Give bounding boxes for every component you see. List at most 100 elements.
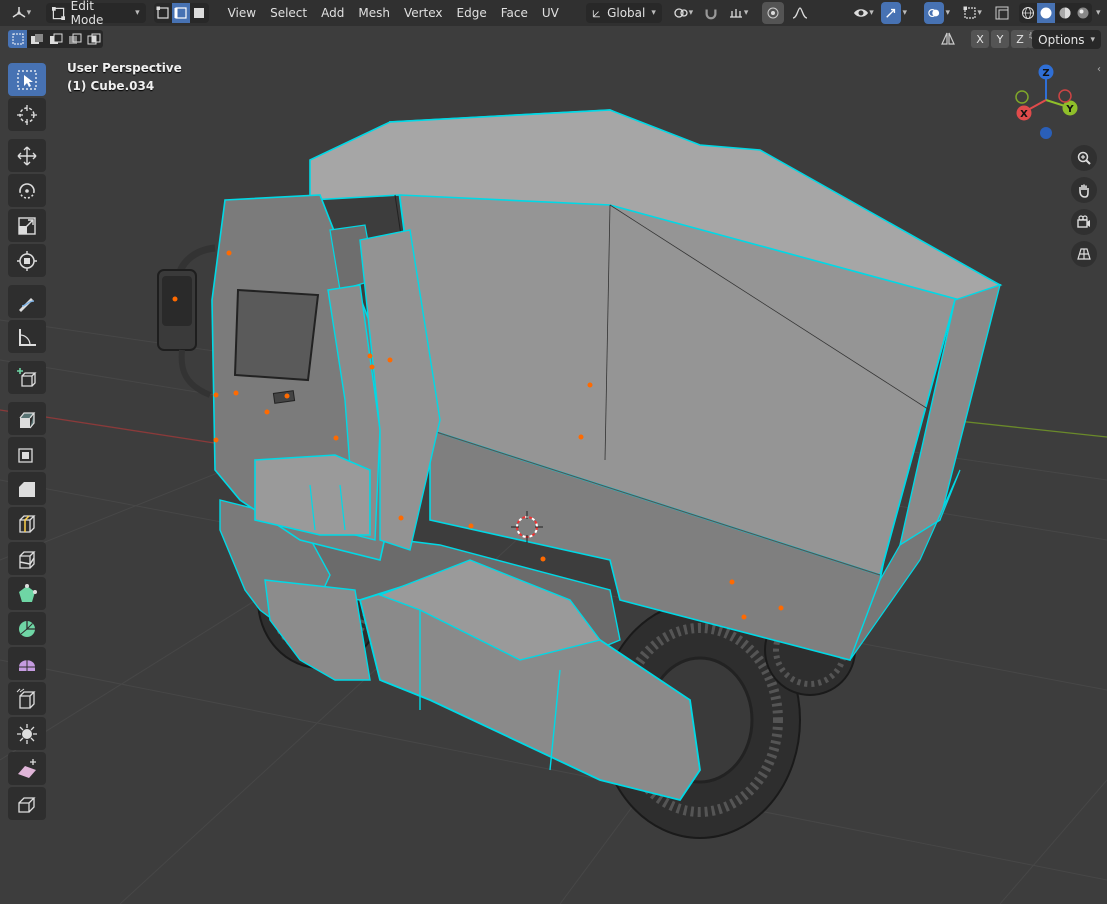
shading-mode-group[interactable] xyxy=(1018,3,1092,23)
chevron-down-icon[interactable]: ▾ xyxy=(1096,8,1107,18)
shrink-fatten-tool[interactable] xyxy=(8,717,46,750)
edge-select-icon[interactable] xyxy=(171,3,191,23)
add-cube-tool[interactable] xyxy=(8,361,46,394)
menu-edge[interactable]: Edge xyxy=(450,2,494,24)
tool-settings-bar: X Y Z Options ▾ xyxy=(0,26,1107,52)
loop-cut-icon xyxy=(19,514,36,533)
select-intersect-icon[interactable] xyxy=(84,30,103,48)
select-subtract-icon[interactable] xyxy=(46,30,65,48)
proportional-editing-icon xyxy=(767,7,779,19)
spin-tool[interactable] xyxy=(8,612,46,645)
extrude-region-tool[interactable] xyxy=(8,402,46,435)
mesh-edit-overlays-button[interactable]: ▾ xyxy=(959,2,987,24)
navigation-buttons xyxy=(1071,145,1097,267)
mirror-icon[interactable] xyxy=(939,30,957,48)
shrink-fatten-icon xyxy=(17,723,37,744)
menu-uv[interactable]: UV xyxy=(535,2,566,24)
smooth-icon xyxy=(19,658,35,671)
select-box-tool[interactable] xyxy=(8,63,46,96)
extrude-region-icon xyxy=(19,411,36,428)
cursor-icon xyxy=(17,104,37,125)
menu-add[interactable]: Add xyxy=(314,2,351,24)
magnet-icon xyxy=(705,9,717,20)
mode-dropdown[interactable]: Edit Mode ▾ xyxy=(45,0,146,27)
viewport-header: ▾ Edit Mode ▾ View Select Add Mesh Verte… xyxy=(0,0,1107,27)
vertex-select-icon[interactable] xyxy=(154,3,172,23)
perspective-toggle-button[interactable] xyxy=(1071,241,1097,267)
move-tool[interactable] xyxy=(8,139,46,172)
axis-x-toggle[interactable]: X xyxy=(971,30,989,48)
headlight-box xyxy=(254,454,371,536)
3d-viewport[interactable]: User Perspective (1) Cube.034 xyxy=(0,52,1107,904)
select-invert-icon[interactable] xyxy=(65,30,84,48)
zoom-button[interactable] xyxy=(1071,145,1097,171)
edge-slide-tool[interactable] xyxy=(8,682,46,715)
cursor-tool[interactable] xyxy=(8,98,46,131)
mode-label: Edit Mode xyxy=(70,0,104,27)
annotate-tool[interactable] xyxy=(8,285,46,318)
visibility-filter-button[interactable]: ▾ xyxy=(849,2,879,24)
pan-button[interactable] xyxy=(1071,177,1097,203)
knife-tool[interactable] xyxy=(8,542,46,575)
annotate-icon xyxy=(19,297,35,312)
gizmo-neg-y[interactable] xyxy=(1015,90,1029,104)
loop-cut-tool[interactable] xyxy=(8,507,46,540)
gizmo-toggle[interactable] xyxy=(880,2,901,24)
proportional-falloff-button[interactable] xyxy=(786,2,814,24)
move-icon xyxy=(17,146,37,165)
poly-build-tool[interactable] xyxy=(8,577,46,610)
axis-y-toggle[interactable]: Y xyxy=(991,30,1009,48)
sidebar-toggle-arrow[interactable]: ‹ xyxy=(1097,64,1107,84)
measure-tool[interactable] xyxy=(8,320,46,353)
face-select-icon[interactable] xyxy=(190,3,208,23)
select-extend-icon[interactable] xyxy=(27,30,46,48)
snap-toggle[interactable] xyxy=(700,2,722,24)
menu-view[interactable]: View xyxy=(221,2,263,24)
transform-tool[interactable] xyxy=(8,244,46,277)
overlays-toggle[interactable] xyxy=(923,2,944,24)
xray-toggle[interactable] xyxy=(991,2,1013,24)
chevron-down-icon[interactable]: ▾ xyxy=(903,8,914,18)
menu-select[interactable]: Select xyxy=(263,2,314,24)
menu-face[interactable]: Face xyxy=(494,2,535,24)
svg-text:Y: Y xyxy=(1065,104,1074,115)
shear-icon xyxy=(18,758,36,778)
snap-target-button[interactable]: ▾ xyxy=(724,2,753,24)
editor-type-button[interactable]: ▾ xyxy=(4,2,38,24)
rendered-shading-icon[interactable] xyxy=(1074,3,1092,23)
scale-tool[interactable] xyxy=(8,209,46,242)
bevel-tool[interactable] xyxy=(8,472,46,505)
overlays-icon xyxy=(927,9,939,17)
svg-text:X: X xyxy=(1020,109,1028,120)
material-preview-icon[interactable] xyxy=(1055,3,1073,23)
gizmo-neg-z[interactable] xyxy=(1040,127,1052,139)
transform-orientation-dropdown[interactable]: Global ▾ xyxy=(585,3,662,23)
box-select-modes[interactable] xyxy=(8,30,103,48)
proportional-edit-toggle[interactable] xyxy=(762,2,785,24)
inset-faces-tool[interactable] xyxy=(8,437,46,470)
3d-viewport-icon xyxy=(12,7,25,18)
smooth-tool[interactable] xyxy=(8,647,46,680)
perspective-label: User Perspective xyxy=(67,61,182,75)
select-new-icon[interactable] xyxy=(8,30,27,48)
object-name-label: (1) Cube.034 xyxy=(67,79,155,93)
rotate-tool[interactable] xyxy=(8,174,46,207)
snap-grid-icon xyxy=(729,9,742,18)
wireframe-shading-icon[interactable] xyxy=(1019,3,1037,23)
gizmo-neg-x[interactable] xyxy=(1058,89,1072,103)
shear-tool[interactable] xyxy=(8,752,46,785)
solid-shading-icon[interactable] xyxy=(1037,3,1056,23)
menu-vertex[interactable]: Vertex xyxy=(397,2,450,24)
transform-icon xyxy=(17,250,37,271)
select-mode-toggle[interactable] xyxy=(153,3,209,23)
pivot-point-button[interactable]: ▾ xyxy=(668,2,698,24)
spin-icon xyxy=(19,620,35,637)
chevron-down-icon[interactable]: ▾ xyxy=(946,8,957,18)
rip-region-tool[interactable] xyxy=(8,787,46,820)
navigation-gizmo[interactable]: Z Y X xyxy=(1001,58,1091,148)
options-dropdown[interactable]: Options ▾ xyxy=(1032,30,1101,49)
chevron-down-icon: ▾ xyxy=(135,8,140,18)
menu-mesh[interactable]: Mesh xyxy=(351,2,397,24)
camera-view-button[interactable] xyxy=(1071,209,1097,235)
knife-icon xyxy=(19,550,36,569)
